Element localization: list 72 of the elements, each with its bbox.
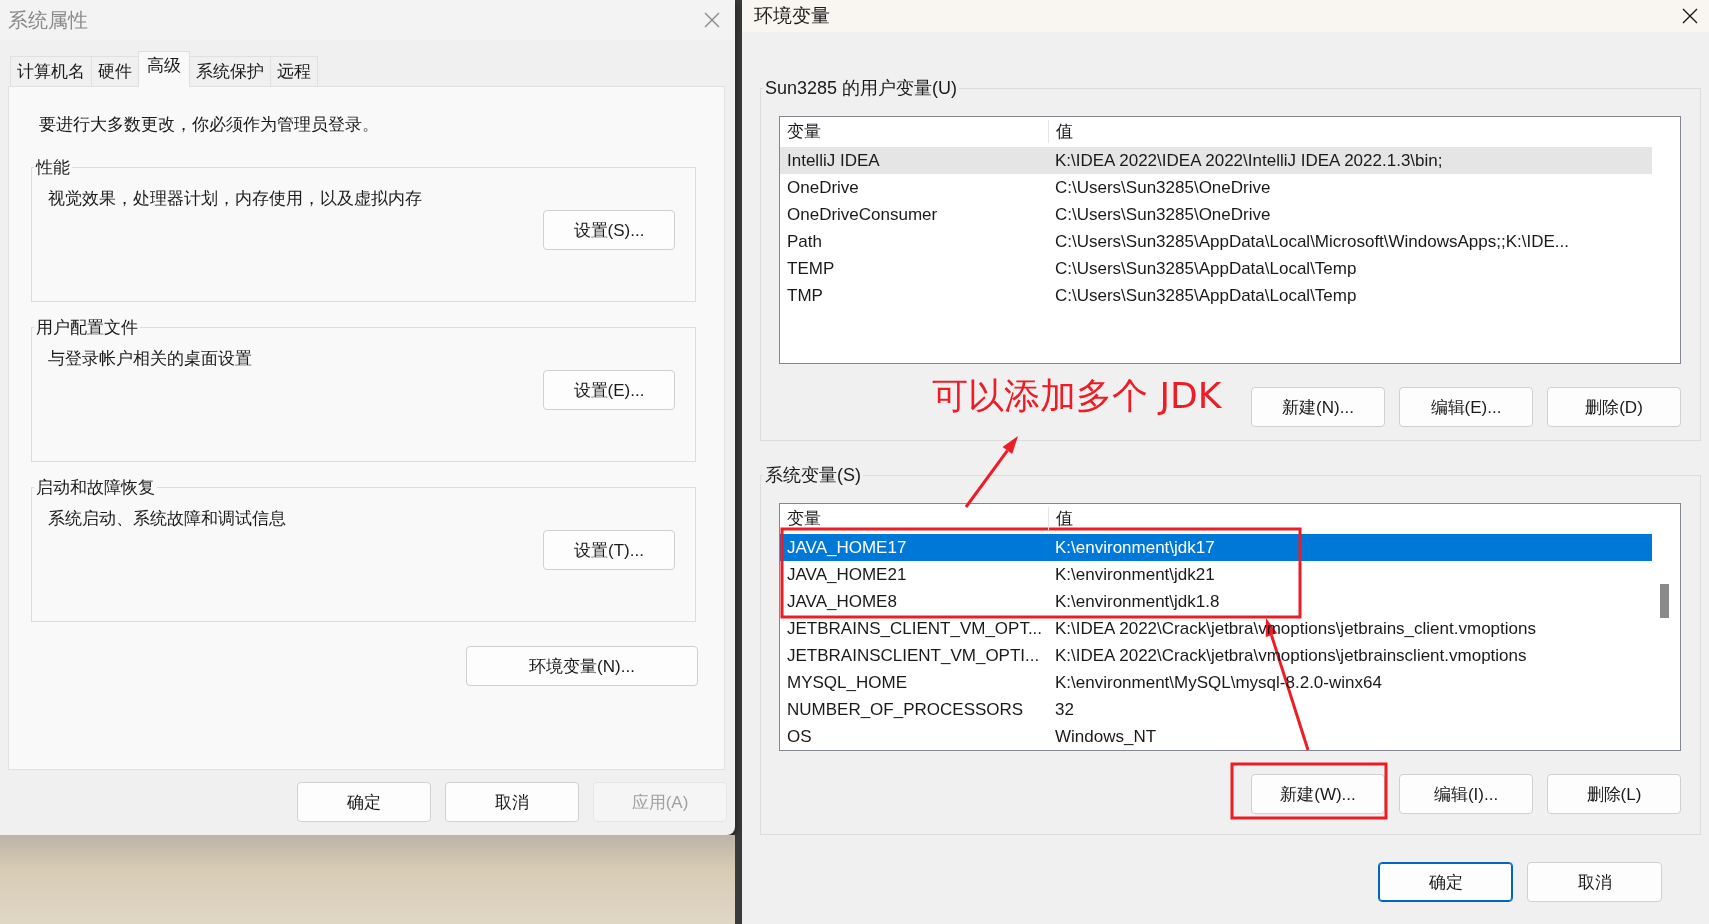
variable-name: NUMBER_OF_PROCESSORS [786, 699, 1025, 720]
group-title: 性能 [36, 158, 70, 177]
table-row[interactable]: IntelliJ IDEA K:\IDEA 2022\IDEA 2022\IntelliJ IDEA 2022.1.3\bin; [780, 147, 1652, 174]
window-title: 系统属性 [8, 7, 88, 33]
group-description: 系统启动、系统故障和调试信息 [48, 509, 286, 528]
variable-value: C:\Users\Sun3285\OneDrive [1054, 204, 1272, 225]
variable-action-button[interactable]: 新建(W)... [1251, 774, 1385, 814]
column-header[interactable]: 变量 [780, 507, 1048, 530]
dialog-button[interactable]: 取消 [1527, 862, 1662, 902]
notice-text: 要进行大多数更改，你必须作为管理员登录。 [39, 114, 380, 136]
variable-name: JETBRAINS_CLIENT_VM_OPT... [786, 618, 1044, 639]
table-row[interactable]: NUMBER_OF_PROCESSORS 32 [780, 696, 1652, 723]
dialog-button[interactable]: 取消 [445, 782, 579, 822]
variable-name: OS [786, 726, 813, 747]
column-header[interactable]: 值 [1048, 507, 1652, 530]
variable-value: K:\IDEA 2022\IDEA 2022\IntelliJ IDEA 2022.1.3\bin; [1054, 150, 1444, 171]
table-row[interactable]: JAVA_HOME21 K:\environment\jdk21 [780, 561, 1652, 588]
variable-name: TEMP [786, 258, 836, 279]
variable-action-button[interactable]: 编辑(E)... [1399, 387, 1533, 427]
annotation-text: 可以添加多个 JDK [932, 374, 1222, 418]
group-description: 视觉效果，处理器计划，内存使用，以及虚拟内存 [48, 189, 422, 208]
table-row[interactable]: OS Windows_NT [780, 723, 1652, 750]
variable-name: MYSQL_HOME [786, 672, 908, 693]
variable-value: C:\Users\Sun3285\OneDrive [1054, 177, 1272, 198]
scrollbar-thumb[interactable] [1660, 584, 1669, 618]
column-header[interactable]: 变量 [780, 120, 1048, 143]
settings-button[interactable]: 设置(T)... [543, 530, 675, 570]
table-row[interactable]: JAVA_HOME17 K:\environment\jdk17 [780, 534, 1652, 561]
variable-action-button[interactable]: 删除(D) [1547, 387, 1681, 427]
variable-name: JAVA_HOME17 [786, 537, 908, 558]
variable-name: TMP [786, 285, 824, 306]
dialog-button[interactable]: 确定 [1378, 862, 1513, 902]
table-row[interactable]: OneDrive C:\Users\Sun3285\OneDrive [780, 174, 1652, 201]
table-row[interactable]: OneDriveConsumer C:\Users\Sun3285\OneDrive [780, 201, 1652, 228]
variable-value: K:\environment\jdk21 [1054, 564, 1216, 585]
settings-button[interactable]: 设置(S)... [543, 210, 675, 250]
variable-action-button[interactable]: 新建(N)... [1251, 387, 1385, 427]
variable-value: K:\environment\jdk17 [1054, 537, 1216, 558]
table-row[interactable]: TEMP C:\Users\Sun3285\AppData\Local\Temp [780, 255, 1652, 282]
dialog-button[interactable]: 确定 [297, 782, 431, 822]
table-row[interactable]: TMP C:\Users\Sun3285\AppData\Local\Temp [780, 282, 1652, 309]
variable-name: IntelliJ IDEA [786, 150, 881, 171]
variable-value: C:\Users\Sun3285\AppData\Local\Microsoft\WindowsApps;;K:\IDE... [1054, 231, 1570, 252]
tab[interactable]: 远程 [270, 56, 318, 86]
variable-value: C:\Users\Sun3285\AppData\Local\Temp [1054, 285, 1358, 306]
tab[interactable]: 高级 [138, 51, 190, 87]
variable-action-button[interactable]: 删除(L) [1547, 774, 1681, 814]
tab[interactable]: 计算机名 [10, 56, 92, 86]
variable-action-button[interactable]: 编辑(I)... [1399, 774, 1533, 814]
variable-name: OneDriveConsumer [786, 204, 939, 225]
column-header[interactable]: 值 [1048, 120, 1652, 143]
annotation-arrow [964, 436, 1018, 508]
group-description: 与登录帐户相关的桌面设置 [48, 349, 252, 368]
variable-name: Path [786, 231, 823, 252]
group-title: Sun3285 的用户变量(U) [765, 78, 958, 98]
window-title: 环境变量 [754, 4, 830, 28]
variable-value: K:\environment\jdk1.8 [1054, 591, 1221, 612]
variable-name: JAVA_HOME21 [786, 564, 908, 585]
environment-variables-button[interactable]: 环境变量(N)... [466, 646, 698, 686]
group-title: 启动和故障恢复 [36, 478, 155, 497]
close-icon[interactable] [1681, 7, 1699, 25]
variable-value: 32 [1054, 699, 1075, 720]
variable-name: JETBRAINSCLIENT_VM_OPTI... [786, 645, 1041, 666]
variable-value: Windows_NT [1054, 726, 1158, 747]
variable-name: JAVA_HOME8 [786, 591, 898, 612]
settings-button[interactable]: 设置(E)... [543, 370, 675, 410]
table-row[interactable]: Path C:\Users\Sun3285\AppData\Local\Microsoft\WindowsApps;;K:\IDE... [780, 228, 1652, 255]
table-row[interactable]: JAVA_HOME8 K:\environment\jdk1.8 [780, 588, 1652, 615]
group-title: 用户配置文件 [36, 318, 138, 337]
variable-name: OneDrive [786, 177, 860, 198]
variable-value: C:\Users\Sun3285\AppData\Local\Temp [1054, 258, 1358, 279]
group-title: 系统变量(S) [765, 465, 861, 485]
